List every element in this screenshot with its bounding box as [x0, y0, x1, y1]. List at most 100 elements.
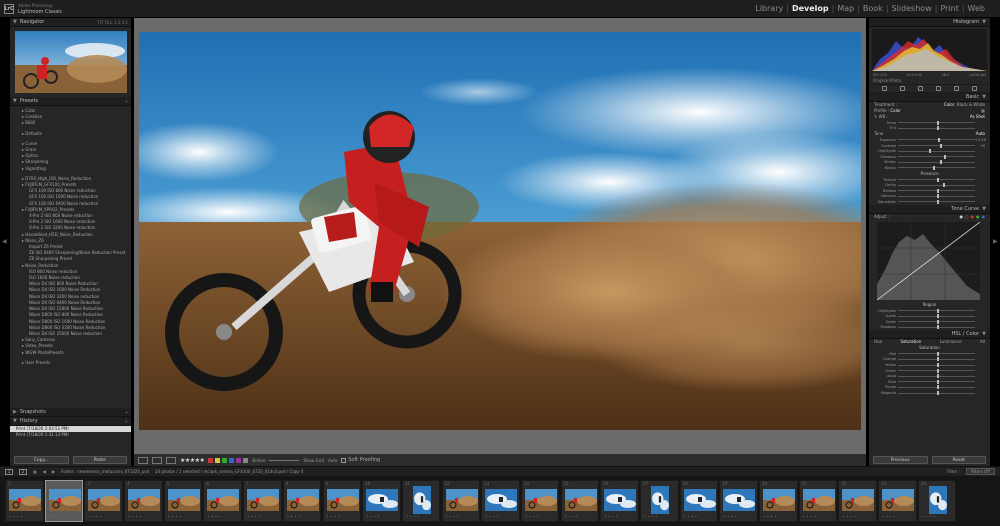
tone-curve-graph[interactable] [877, 221, 980, 300]
slider-track[interactable] [898, 188, 975, 193]
preset-item[interactable]: ▸ User Presets [13, 360, 128, 366]
filmstrip-thumbnail[interactable]: 21 • • • • [798, 480, 838, 522]
red-eye-icon[interactable] [917, 86, 923, 91]
radial-filter-icon[interactable] [954, 86, 960, 91]
add-snapshot-icon[interactable]: + [125, 410, 128, 415]
slider-track[interactable] [898, 126, 975, 131]
slider-track[interactable] [898, 183, 975, 188]
filmstrip-thumbnail[interactable]: 13 • • • • [481, 480, 520, 522]
treatment-bw-option[interactable]: Black & White [957, 102, 985, 107]
history-header[interactable]: ▼ History × [10, 417, 131, 426]
slider-knob[interactable] [938, 137, 941, 142]
slider-track[interactable] [898, 374, 975, 379]
main-photo[interactable] [139, 32, 861, 430]
color-label-swatch[interactable] [215, 457, 221, 463]
treatment-color-option[interactable]: Color [944, 102, 954, 107]
slider-track[interactable] [898, 137, 975, 142]
slider-knob[interactable] [936, 120, 939, 125]
thumbnail-image[interactable] [763, 489, 796, 511]
slider-track[interactable] [898, 314, 975, 319]
module-library[interactable]: Library [752, 4, 786, 13]
filmstrip-thumbnail[interactable]: 18 • • • • [679, 480, 719, 522]
thumbnail-image[interactable] [167, 489, 200, 511]
hsl-tab-hue[interactable]: Hue [874, 339, 882, 345]
filmstrip-thumbnail[interactable]: 16 • • • • [600, 480, 639, 522]
secondary-window-1-button[interactable]: 1 [5, 468, 13, 475]
preset-item[interactable]: ▸ Defaults [13, 131, 128, 137]
clear-history-icon[interactable]: × [125, 419, 128, 424]
module-map[interactable]: Map [834, 4, 857, 13]
filmstrip-thumbnail[interactable]: 11 • • • • [401, 480, 441, 522]
slider-track[interactable] [898, 308, 975, 313]
slider-track[interactable] [898, 199, 975, 204]
thumbnail-image[interactable] [842, 489, 875, 511]
filmstrip-thumbnail[interactable]: 1 • • • • [5, 480, 44, 522]
slider-knob[interactable] [936, 363, 939, 368]
curve-point-icon[interactable]: ○ [965, 214, 969, 220]
star-rating[interactable]: ★★★★★ [180, 457, 205, 464]
wb-eyedropper-icon[interactable]: ✎ WB : [874, 114, 888, 120]
compare-view-icon[interactable] [166, 456, 176, 464]
slider-track[interactable] [898, 165, 975, 170]
graduated-filter-icon[interactable] [936, 86, 942, 91]
curve-green-icon[interactable]: ● [976, 214, 980, 220]
preset-item[interactable]: ▸ WGW PhotoPresets [13, 350, 128, 356]
navigator-header[interactable]: ▼ Navigator FIT FILL 1:1 3:1 [10, 18, 131, 27]
filmstrip-thumbnail[interactable]: 15 • • • • [560, 480, 600, 522]
show-grid-label[interactable]: Show Grid [303, 458, 323, 463]
slider-knob[interactable] [932, 165, 935, 170]
soft-proofing-toggle[interactable]: Soft Proofing [341, 457, 380, 463]
before-after-icon[interactable] [152, 456, 162, 464]
paste-button[interactable]: Paste [72, 456, 127, 464]
slider-knob[interactable] [936, 385, 939, 390]
slider-track[interactable] [898, 143, 975, 148]
slider-track[interactable] [898, 120, 975, 125]
filmstrip-thumbnail[interactable]: 19 • • • • [719, 480, 758, 522]
profile-value[interactable]: Color [890, 108, 900, 113]
tone-auto-button[interactable]: Auto [976, 131, 985, 137]
slider-track[interactable] [898, 325, 975, 330]
filmstrip-thumbnail[interactable]: 5 • • • • [163, 480, 203, 522]
module-develop[interactable]: Develop [789, 4, 832, 13]
module-print[interactable]: Print [937, 4, 961, 13]
slider-track[interactable] [898, 357, 975, 362]
wb-value[interactable]: As Shot [970, 114, 985, 120]
filmstrip-thumbnail[interactable]: 9 • • • • [322, 480, 361, 522]
slider-knob[interactable] [936, 308, 939, 313]
hsl-header[interactable]: HSL / Color ▼ [869, 330, 990, 340]
filmstrip-thumbnail[interactable]: 24 • • • • [917, 480, 957, 522]
thumbnail-image[interactable] [802, 489, 835, 511]
slider-knob[interactable] [942, 183, 945, 188]
slider-track[interactable] [898, 385, 975, 390]
reset-button[interactable]: Reset [931, 456, 986, 464]
thumbnail-image[interactable] [286, 489, 319, 511]
slider-knob[interactable] [936, 374, 939, 379]
color-label-swatch[interactable] [229, 457, 235, 463]
histogram-graph[interactable] [872, 29, 987, 71]
soft-proofing-checkbox[interactable] [341, 457, 347, 463]
thumbnail-image[interactable] [247, 489, 280, 511]
slider-track[interactable] [898, 363, 975, 368]
thumbnail-image[interactable] [207, 489, 240, 511]
curve-red-icon[interactable]: ● [971, 214, 975, 220]
filmstrip-thumbnail[interactable]: 20 • • • • [759, 480, 798, 522]
curve-parametric-icon[interactable]: ● [960, 214, 964, 220]
filmstrip-thumbnail[interactable]: 22 • • • • [838, 480, 877, 522]
thumbnail-image[interactable] [683, 489, 716, 511]
folder-source[interactable]: Folder : newmexico_motocross_071320_psd [61, 469, 149, 474]
filmstrip-thumbnail[interactable]: 6 • • • • [203, 480, 242, 522]
slider-knob[interactable] [936, 357, 939, 362]
zoom-slider[interactable] [269, 459, 300, 461]
filmstrip-thumbnail[interactable]: 2 • • • • [44, 480, 84, 522]
thumbnail-image[interactable] [412, 486, 431, 514]
filmstrip-thumbnail[interactable]: 17 • • • • [640, 480, 679, 522]
thumbnail-image[interactable] [651, 486, 669, 514]
preset-item[interactable]: ▸ Vignetting [13, 166, 128, 172]
slider-knob[interactable] [936, 368, 939, 373]
thumbnail-image[interactable] [9, 489, 41, 511]
thumbnail-image[interactable] [604, 489, 637, 511]
filmstrip-thumbnail[interactable]: 3 • • • • [84, 480, 123, 522]
thumbnail-image[interactable] [445, 489, 478, 511]
color-label-swatch[interactable] [243, 457, 249, 463]
slider-knob[interactable] [928, 149, 931, 154]
